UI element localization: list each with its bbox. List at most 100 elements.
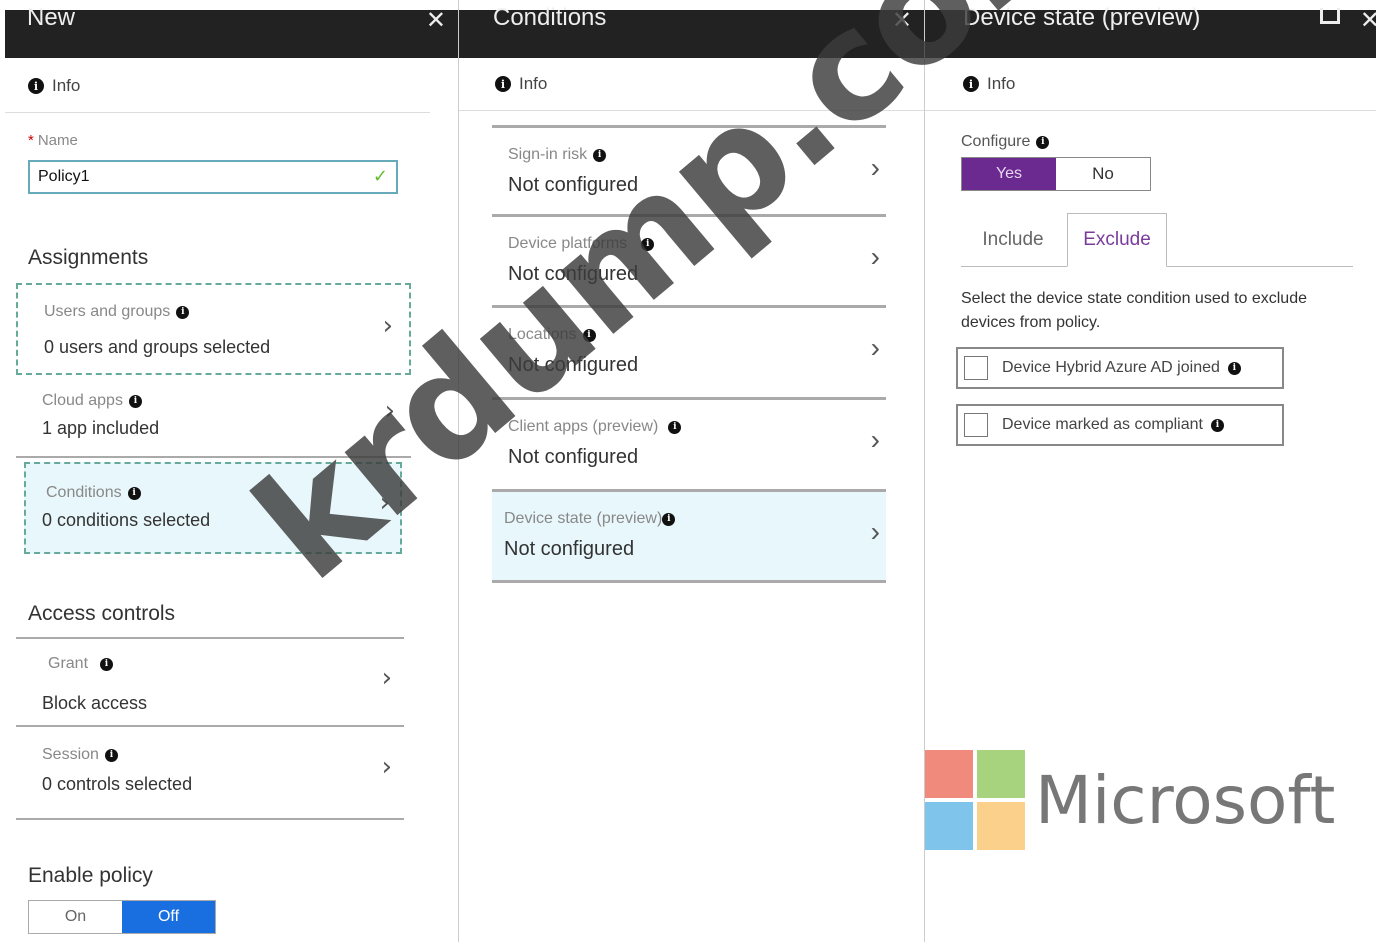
item-value: 0 controls selected — [42, 774, 193, 794]
configure-label: Configure i — [961, 133, 1050, 151]
tab-include[interactable]: Include — [961, 213, 1065, 267]
maximize-icon[interactable] — [1320, 8, 1340, 24]
checkbox-marked-compliant[interactable]: Device marked as compliant i — [956, 404, 1284, 446]
item-label-text: Cloud apps — [42, 392, 123, 409]
item-label-text: Device state (preview) — [504, 510, 663, 527]
chevron-right-icon: › — [870, 516, 880, 547]
item-value: Not configured — [508, 174, 639, 196]
info-icon: i — [176, 305, 190, 319]
condition-sign-in-risk[interactable]: Sign-in risk i Not configured › — [492, 125, 886, 215]
name-input[interactable]: Policy1 ✓ — [28, 160, 398, 194]
item-label-text: Device platforms — [508, 235, 628, 252]
access-controls-title: Access controls — [28, 602, 176, 625]
item-value: 0 users and groups selected — [44, 337, 271, 357]
close-icon[interactable]: ✕ — [426, 6, 446, 35]
item-value: Not configured — [508, 354, 639, 376]
assignment-conditions[interactable]: Conditions i 0 conditions selected › — [24, 462, 402, 554]
toggle-off[interactable]: Off — [122, 901, 215, 933]
device-state-blade-header: Device state (preview) ✕ — [925, 4, 1376, 58]
info-label: Info — [52, 76, 81, 95]
divider — [925, 110, 1376, 111]
chevron-right-icon: › — [870, 241, 880, 272]
logo-square-blue — [925, 802, 973, 850]
microsoft-logo-text: Microsoft — [1035, 761, 1336, 839]
info-icon: i — [641, 237, 655, 251]
info-icon: i — [28, 78, 44, 94]
assignment-users-groups[interactable]: Users and groups i 0 users and groups sel… — [16, 283, 411, 375]
item-value: Not configured — [508, 446, 639, 468]
name-label: * Name — [28, 132, 78, 149]
toggle-on[interactable]: On — [29, 901, 122, 933]
info-icon: i — [128, 394, 142, 408]
item-value: 0 conditions selected — [42, 510, 211, 530]
item-label-text: Sign-in risk — [508, 146, 588, 163]
item-label-text: Session — [42, 746, 99, 763]
info-icon: i — [963, 76, 979, 92]
access-grant[interactable]: Grant i Block access › — [16, 637, 404, 727]
info-icon: i — [1036, 135, 1050, 149]
checkbox[interactable] — [964, 413, 988, 437]
condition-device-state[interactable]: Device state (preview) i Not configured › — [492, 489, 886, 583]
close-icon[interactable]: ✕ — [892, 6, 912, 35]
enable-policy-title: Enable policy — [28, 864, 153, 887]
chevron-right-icon: › — [870, 424, 880, 455]
blade-title: Conditions — [493, 4, 607, 31]
item-label-text: Conditions — [46, 484, 122, 501]
item-label: Users and groups i — [44, 303, 190, 321]
info-icon: i — [127, 486, 141, 500]
logo-square-red — [925, 750, 973, 798]
item-value: Not configured — [504, 538, 635, 560]
item-label: Session i — [42, 746, 118, 764]
item-label-text: Locations — [508, 326, 577, 343]
configure-label-text: Configure — [961, 133, 1031, 150]
condition-client-apps[interactable]: Client apps (preview) i Not configured › — [492, 397, 886, 487]
condition-locations[interactable]: Locations i Not configured › — [492, 305, 886, 395]
item-label: Conditions i — [46, 484, 141, 502]
configure-yes[interactable]: Yes — [962, 158, 1056, 190]
assignments-title: Assignments — [28, 246, 149, 269]
enable-policy-toggle[interactable]: On Off — [28, 900, 216, 934]
item-label: Cloud apps i — [42, 392, 142, 410]
checkbox[interactable] — [964, 356, 988, 380]
info-icon: i — [593, 148, 607, 162]
chevron-right-icon: › — [870, 152, 880, 183]
item-label: Client apps (preview) i — [508, 418, 682, 436]
logo-square-green — [977, 750, 1025, 798]
info-icon: i — [495, 76, 511, 92]
include-exclude-tabs: Include Exclude — [961, 213, 1353, 267]
info-button[interactable]: i Info — [495, 74, 547, 94]
logo-square-yellow — [977, 802, 1025, 850]
microsoft-logo-icon — [925, 750, 1025, 850]
info-button[interactable]: i Info — [963, 74, 1015, 94]
checkbox-label: Device marked as compliant — [1002, 416, 1203, 433]
assignment-cloud-apps[interactable]: Cloud apps i 1 app included › — [16, 378, 411, 458]
exclude-description: Select the device state condition used t… — [961, 290, 1307, 331]
info-icon: i — [1210, 418, 1224, 432]
item-label-text: Client apps (preview) — [508, 418, 659, 435]
item-label: Grant i — [48, 655, 114, 673]
info-icon: i — [662, 512, 676, 526]
tab-exclude[interactable]: Exclude — [1067, 213, 1167, 267]
item-label: Sign-in risk i — [508, 146, 607, 164]
divider — [459, 110, 924, 111]
checkbox-hybrid-azure-ad[interactable]: Device Hybrid Azure AD joined i — [956, 347, 1284, 389]
access-session[interactable]: Session i 0 controls selected › — [16, 730, 404, 820]
chevron-right-icon: › — [384, 396, 395, 426]
configure-toggle[interactable]: Yes No — [961, 157, 1151, 191]
microsoft-logo: Microsoft — [925, 750, 1335, 850]
name-label-text: Name — [37, 132, 78, 149]
chevron-right-icon: › — [381, 752, 392, 782]
item-label-text: Grant — [48, 655, 89, 672]
condition-device-platforms[interactable]: Device platforms i Not configured › — [492, 214, 886, 304]
item-value: Block access — [42, 693, 148, 713]
info-label: Info — [519, 74, 548, 93]
info-icon: i — [104, 748, 118, 762]
configure-no[interactable]: No — [1056, 158, 1150, 190]
info-icon: i — [1227, 361, 1241, 375]
chevron-right-icon: › — [870, 332, 880, 363]
chevron-right-icon: › — [382, 311, 393, 341]
check-icon: ✓ — [372, 166, 388, 186]
close-icon[interactable]: ✕ — [1360, 6, 1376, 35]
info-button[interactable]: i Info — [28, 76, 80, 96]
item-label: Device state (preview) i — [504, 510, 676, 528]
